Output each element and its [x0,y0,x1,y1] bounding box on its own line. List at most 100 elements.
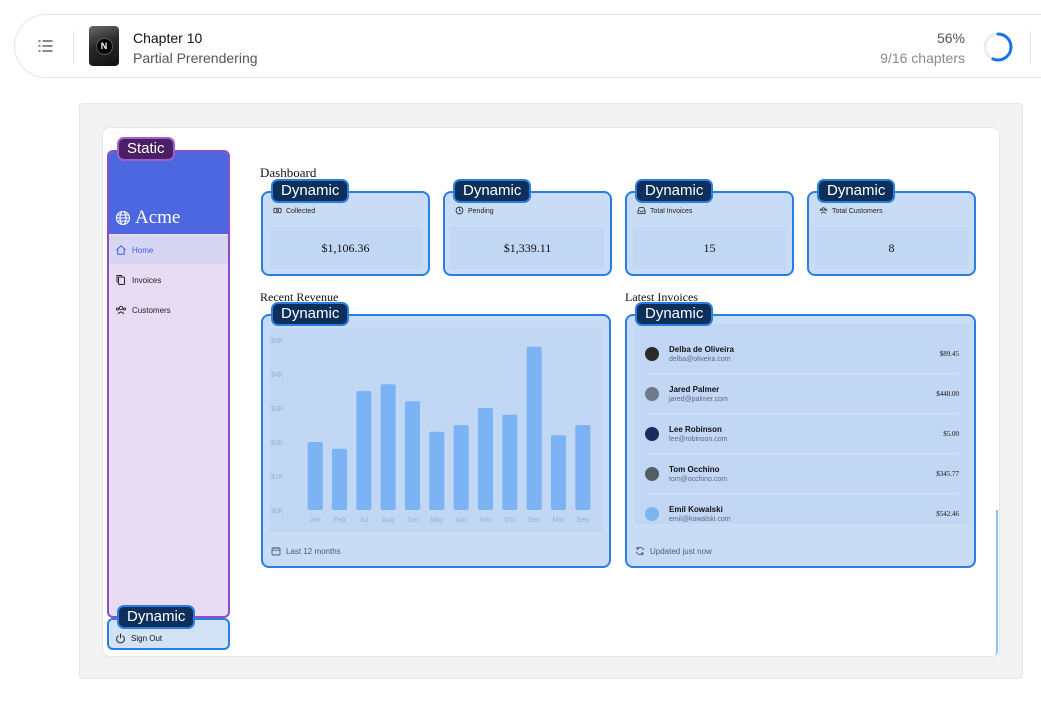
card-label: Collected [286,208,316,215]
invoice-amount: $5.00 [943,429,959,438]
invoice-row[interactable]: Jared Palmer jared@palmer.com $448.00 [645,374,959,414]
x-tick-label: Jan [310,517,321,524]
x-tick-label: May [430,517,444,524]
brand-header: Acme [109,152,228,234]
card-label: Pending [468,208,494,215]
card-label: Total Customers [832,208,883,215]
revenue-bar[interactable] [307,442,323,510]
y-tick-label: $0K [271,508,284,515]
revenue-bar[interactable] [429,431,445,510]
card-label: Total Invoices [650,208,693,215]
invoice-amount: $448.00 [936,389,959,398]
nav-item-invoices[interactable]: Invoices [109,266,228,294]
avatar [645,466,659,481]
revenue-bar[interactable] [575,425,591,510]
user-group-icon [819,207,828,214]
invoices-footer: Updated just now [635,546,712,556]
progress-percent: 56% [936,30,965,46]
chapter-subtitle: Partial Prerendering [133,50,258,66]
avatar [645,346,659,361]
invoice-amount: $542.46 [936,510,959,518]
nav-label: Home [132,245,154,255]
invoice-row[interactable]: Emil Kowalski emil@kowalski.com $542.46 [645,494,959,534]
menu-button[interactable] [35,35,57,57]
list-icon [38,40,53,52]
inbox-icon [637,207,646,215]
progress-ring [983,32,1013,62]
customer-name: Jared Palmer [669,384,720,394]
invoice-row[interactable]: Tom Occhino tom@occhino.com $345.77 [645,454,959,494]
revenue-bar[interactable] [453,425,469,510]
card-total-customers: Total Customers 8 [807,191,976,276]
divider [1030,31,1031,63]
customer-email: emil@kowalski.com [669,516,731,523]
static-tag: Static [117,137,175,161]
scroll-edge [994,510,998,655]
invoice-row[interactable]: Lee Robinson lee@robinson.com $5.00 [645,414,959,454]
card-pending: Pending $1,339.11 [443,191,612,276]
sign-out-label: Sign Out [131,633,163,643]
power-icon [116,632,125,643]
revenue-bar[interactable] [380,384,396,510]
nav-label: Customers [132,305,171,315]
document-duplicate-icon [116,275,125,285]
x-tick-label: Nov [479,517,492,524]
customer-name: Delba de Oliveira [669,344,734,354]
x-tick-label: Jul [359,517,368,524]
invoices-footer-label: Updated just now [650,546,712,556]
revenue-bar[interactable] [404,401,421,510]
home-icon [116,245,126,255]
card-value: 8 [815,227,968,269]
revenue-bar[interactable] [356,391,372,510]
customer-email: delba@oliveira.com [669,355,731,363]
avatar [645,386,659,401]
revenue-footer: Last 12 months [271,546,341,556]
customer-email: jared@palmer.com [669,395,728,403]
acme-logo[interactable]: Acme [115,207,180,229]
nextjs-logo-icon: N [95,37,113,55]
invoice-list: Delba de Oliveira delba@oliveira.com $89… [635,324,969,524]
revenue-bar[interactable] [526,346,542,510]
clock-icon [455,206,464,215]
x-tick-label: Aug [382,517,395,524]
revenue-bar[interactable] [550,435,567,510]
nav-item-home[interactable]: Home [109,236,228,264]
dynamic-tag: Dynamic [817,179,896,203]
dynamic-tag: Dynamic [271,179,350,203]
customer-email: tom@occhino.com [669,475,728,483]
globe-icon [115,210,131,226]
user-group-icon [115,305,127,315]
x-tick-label: Apr [456,517,468,524]
card-collected: Collected $1,106.36 [261,191,430,276]
faint-frame-label: · · · [106,128,119,137]
dynamic-tag: Dynamic [635,302,714,326]
revenue-bar[interactable] [477,408,494,510]
sidebar: Acme Home Invoices Customers [107,150,230,618]
avatar [645,507,659,521]
y-tick-label: $5K [271,338,284,345]
nav-item-customers[interactable]: Customers [109,296,228,324]
y-tick-label: $1K [271,474,284,481]
avatar [645,426,659,441]
latest-invoices-panel: Delba de Oliveira delba@oliveira.com $89… [625,314,976,568]
revenue-bar[interactable] [502,414,518,510]
x-tick-label: Jun [407,517,418,524]
refresh-icon [636,546,644,556]
y-tick-label: $3K [271,406,284,413]
card-value: $1,339.11 [451,227,604,269]
y-tick-label: $4K [271,372,284,379]
customer-name: Lee Robinson [669,424,722,434]
x-tick-label: Feb [333,517,345,524]
chapter-title: Chapter 10 [133,30,203,46]
invoice-amount: $89.45 [939,349,959,358]
revenue-bar[interactable] [331,448,348,510]
invoice-amount: $345.77 [936,469,959,478]
invoice-row[interactable]: Delba de Oliveira delba@oliveira.com $89… [645,334,959,374]
revenue-footer-label: Last 12 months [286,546,341,556]
dynamic-tag: Dynamic [117,605,196,629]
y-tick-label: $2K [271,440,284,447]
card-value: 15 [633,227,786,269]
brand-name: Acme [135,207,181,228]
revenue-chart-panel: $0K $1K $2K $3K $4K $5K Jan Feb Jul Aug Jun May Apr N… [261,314,611,568]
dynamic-tag: Dynamic [271,302,350,326]
